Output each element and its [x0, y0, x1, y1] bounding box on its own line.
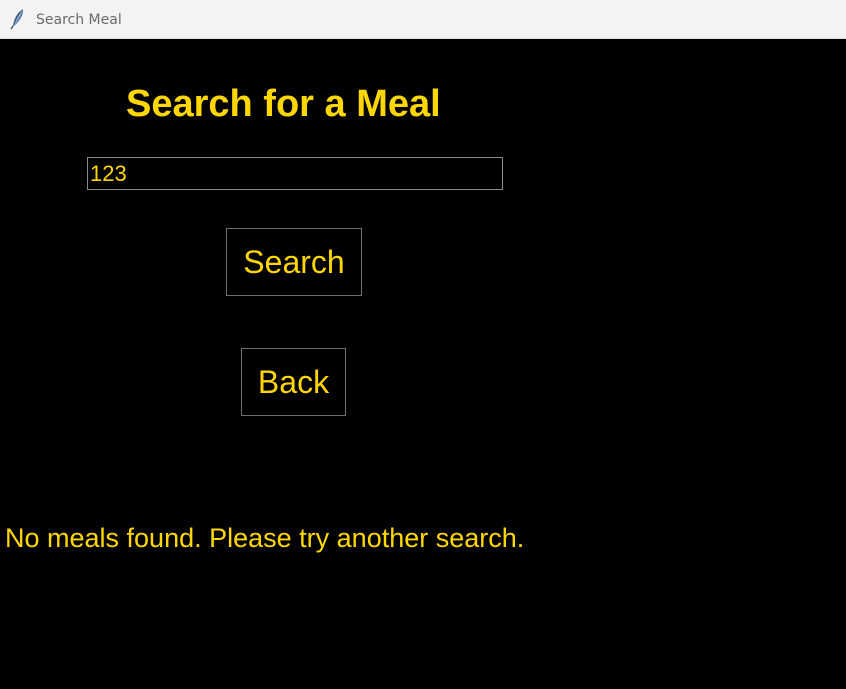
back-button[interactable]: Back	[241, 348, 346, 416]
window-titlebar: Search Meal	[0, 0, 846, 39]
search-button[interactable]: Search	[226, 228, 362, 296]
feather-icon	[10, 8, 26, 30]
status-message: No meals found. Please try another searc…	[5, 523, 525, 553]
window-title: Search Meal	[36, 12, 122, 28]
page-title: Search for a Meal	[126, 83, 441, 125]
search-input[interactable]	[87, 157, 503, 190]
main-panel: Search for a Meal Search Back No meals f…	[0, 39, 846, 689]
